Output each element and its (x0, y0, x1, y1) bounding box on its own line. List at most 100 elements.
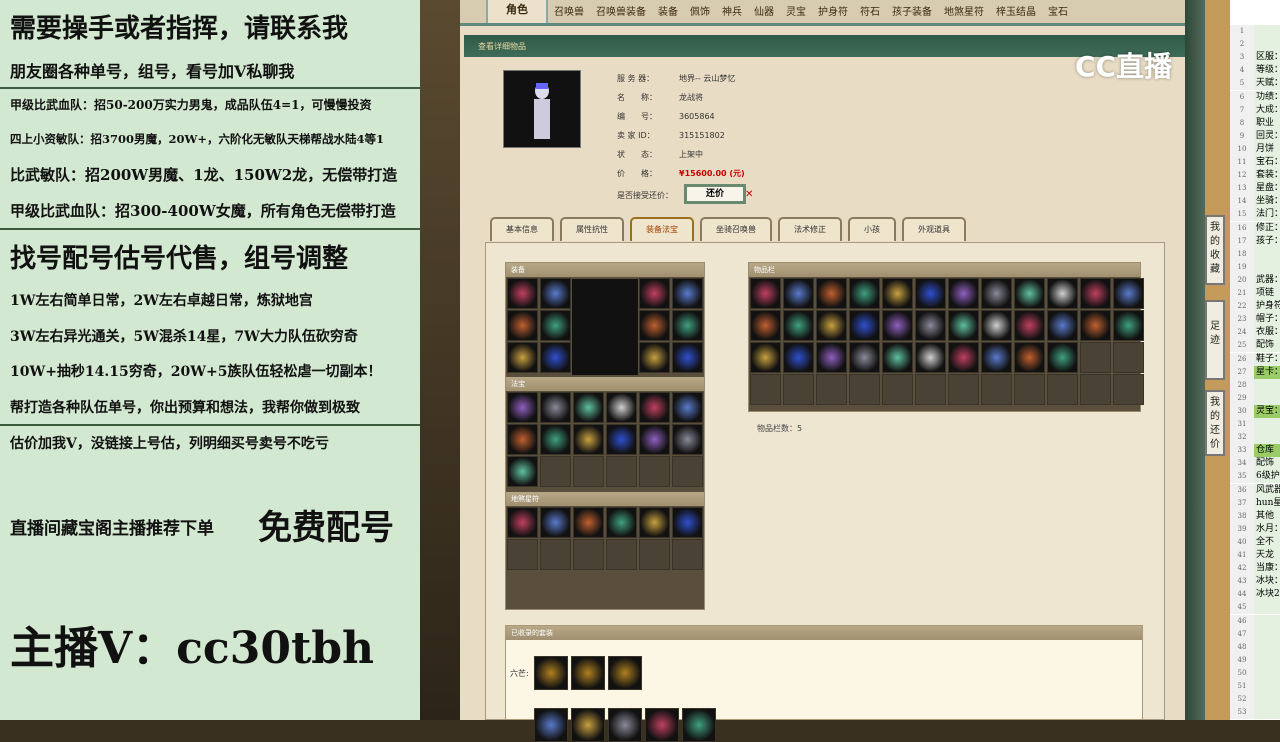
cell-value[interactable]: 配饰 (1254, 457, 1280, 471)
item-slot[interactable] (540, 342, 571, 373)
cell-value[interactable] (1254, 38, 1280, 52)
sheet-row[interactable]: 48 (1230, 640, 1280, 654)
cell-value[interactable]: 冰块： (1254, 575, 1280, 589)
item-slot[interactable] (981, 278, 1012, 309)
item-slot[interactable] (783, 278, 814, 309)
cell-value[interactable] (1254, 601, 1280, 615)
item-slot[interactable] (540, 507, 571, 538)
tab-8[interactable]: 护身符 (812, 3, 854, 23)
tab-1[interactable]: 召唤兽 (548, 3, 590, 23)
item-slot[interactable] (1080, 278, 1111, 309)
sheet-row[interactable]: 52 (1230, 693, 1280, 707)
sheet-row[interactable]: 28 (1230, 378, 1280, 392)
sheet-row[interactable]: 2 (1230, 38, 1280, 52)
sheet-row[interactable]: 40 全不 (1230, 535, 1280, 549)
item-slot[interactable] (606, 507, 637, 538)
sheet-row[interactable]: 39水月： (1230, 522, 1280, 536)
item-slot[interactable] (1047, 342, 1078, 373)
tab-5[interactable]: 神兵 (716, 3, 748, 23)
item-slot[interactable] (816, 278, 847, 309)
tab-6[interactable]: 仙器 (748, 3, 780, 23)
my-counter-offers-button[interactable]: 我的还价 (1205, 390, 1225, 456)
cell-value[interactable]: 回灵： (1254, 129, 1280, 143)
cell-value[interactable]: 职业 (1254, 116, 1280, 130)
cell-value[interactable]: 仓库 (1254, 444, 1280, 458)
sheet-row[interactable]: 46 (1230, 614, 1280, 628)
set-item[interactable] (608, 708, 642, 742)
item-slot[interactable] (849, 342, 880, 373)
tab-12[interactable]: 梓玉结晶 (990, 3, 1042, 23)
detail-tab-6[interactable]: 外观道具 (902, 217, 966, 241)
sheet-row[interactable]: 23帽子： (1230, 313, 1280, 327)
item-slot[interactable] (1047, 310, 1078, 341)
item-slot[interactable] (750, 342, 781, 373)
tab-11[interactable]: 地煞星符 (938, 3, 990, 23)
item-slot[interactable] (507, 278, 538, 309)
sheet-row[interactable]: 3区服： (1230, 51, 1280, 65)
sheet-row[interactable]: 15法门： (1230, 208, 1280, 222)
sheet-row[interactable]: 37 hun星 (1230, 496, 1280, 510)
item-slot[interactable] (750, 310, 781, 341)
cell-value[interactable] (1254, 260, 1280, 274)
cell-value[interactable]: 其他 (1254, 509, 1280, 523)
sheet-row[interactable]: 20武器： (1230, 273, 1280, 287)
sheet-row[interactable]: 12套装： (1230, 169, 1280, 183)
set-item[interactable] (608, 656, 642, 690)
sheet-row[interactable]: 4等级： (1230, 64, 1280, 78)
cell-value[interactable] (1254, 680, 1280, 693)
item-slot[interactable] (672, 278, 703, 309)
item-slot[interactable] (1080, 310, 1111, 341)
sheet-row[interactable]: 36 风武器 (1230, 483, 1280, 497)
sheet-row[interactable]: 22 护身符 (1230, 300, 1280, 314)
cell-value[interactable]: 套装： (1254, 169, 1280, 183)
sheet-row[interactable]: 7大成： (1230, 103, 1280, 117)
my-favorites-button[interactable]: 我的收藏 (1205, 215, 1225, 285)
item-slot[interactable] (1113, 310, 1144, 341)
tab-2[interactable]: 召唤兽装备 (590, 3, 652, 23)
item-slot[interactable] (1014, 342, 1045, 373)
item-slot[interactable] (783, 310, 814, 341)
cell-value[interactable] (1254, 431, 1280, 445)
cell-value[interactable]: 全不 (1254, 535, 1280, 549)
sheet-row[interactable]: 9回灵： (1230, 129, 1280, 143)
item-slot[interactable] (639, 342, 670, 373)
item-slot[interactable] (915, 278, 946, 309)
set-item[interactable] (534, 708, 568, 742)
item-slot[interactable] (672, 424, 703, 455)
cell-value[interactable]: 修正： (1254, 221, 1280, 235)
cell-value[interactable]: 配饰 (1254, 339, 1280, 353)
sheet-row[interactable]: 10 月饼 (1230, 142, 1280, 156)
item-slot[interactable] (915, 310, 946, 341)
sheet-row[interactable]: 31 (1230, 418, 1280, 431)
cell-value[interactable]: 帽子： (1254, 313, 1280, 327)
cell-value[interactable]: 孩子： (1254, 234, 1280, 248)
set-item[interactable] (534, 656, 568, 690)
item-slot[interactable] (639, 424, 670, 455)
counter-offer-button[interactable]: 还价 (684, 184, 746, 204)
cell-value[interactable] (1254, 627, 1280, 641)
item-slot[interactable] (639, 507, 670, 538)
cell-value[interactable] (1254, 693, 1280, 707)
detail-tab-0[interactable]: 基本信息 (490, 217, 554, 241)
tab-0[interactable]: 角色 (486, 0, 548, 23)
item-slot[interactable] (1014, 310, 1045, 341)
item-slot[interactable] (639, 392, 670, 423)
cell-value[interactable] (1254, 247, 1280, 261)
item-slot[interactable] (816, 310, 847, 341)
cell-value[interactable]: 风武器 (1254, 483, 1280, 497)
cell-value[interactable] (1254, 653, 1280, 667)
tab-10[interactable]: 孩子装备 (886, 3, 938, 23)
tab-13[interactable]: 宝石 (1042, 3, 1074, 23)
sheet-row[interactable]: 49 (1230, 653, 1280, 667)
sheet-row[interactable]: 26鞋子： (1230, 352, 1280, 366)
sheet-row[interactable]: 5天赋： (1230, 77, 1280, 91)
sheet-row[interactable]: 43冰块： (1230, 575, 1280, 589)
tab-3[interactable]: 装备 (652, 3, 684, 23)
cell-value[interactable] (1254, 378, 1280, 392)
sheet-row[interactable]: 38 其他 (1230, 509, 1280, 523)
cell-value[interactable] (1254, 418, 1280, 431)
cell-value[interactable]: 区服： (1254, 51, 1280, 65)
cell-value[interactable]: 天赋： (1254, 77, 1280, 91)
sheet-row[interactable]: 32 (1230, 431, 1280, 445)
item-slot[interactable] (573, 392, 604, 423)
